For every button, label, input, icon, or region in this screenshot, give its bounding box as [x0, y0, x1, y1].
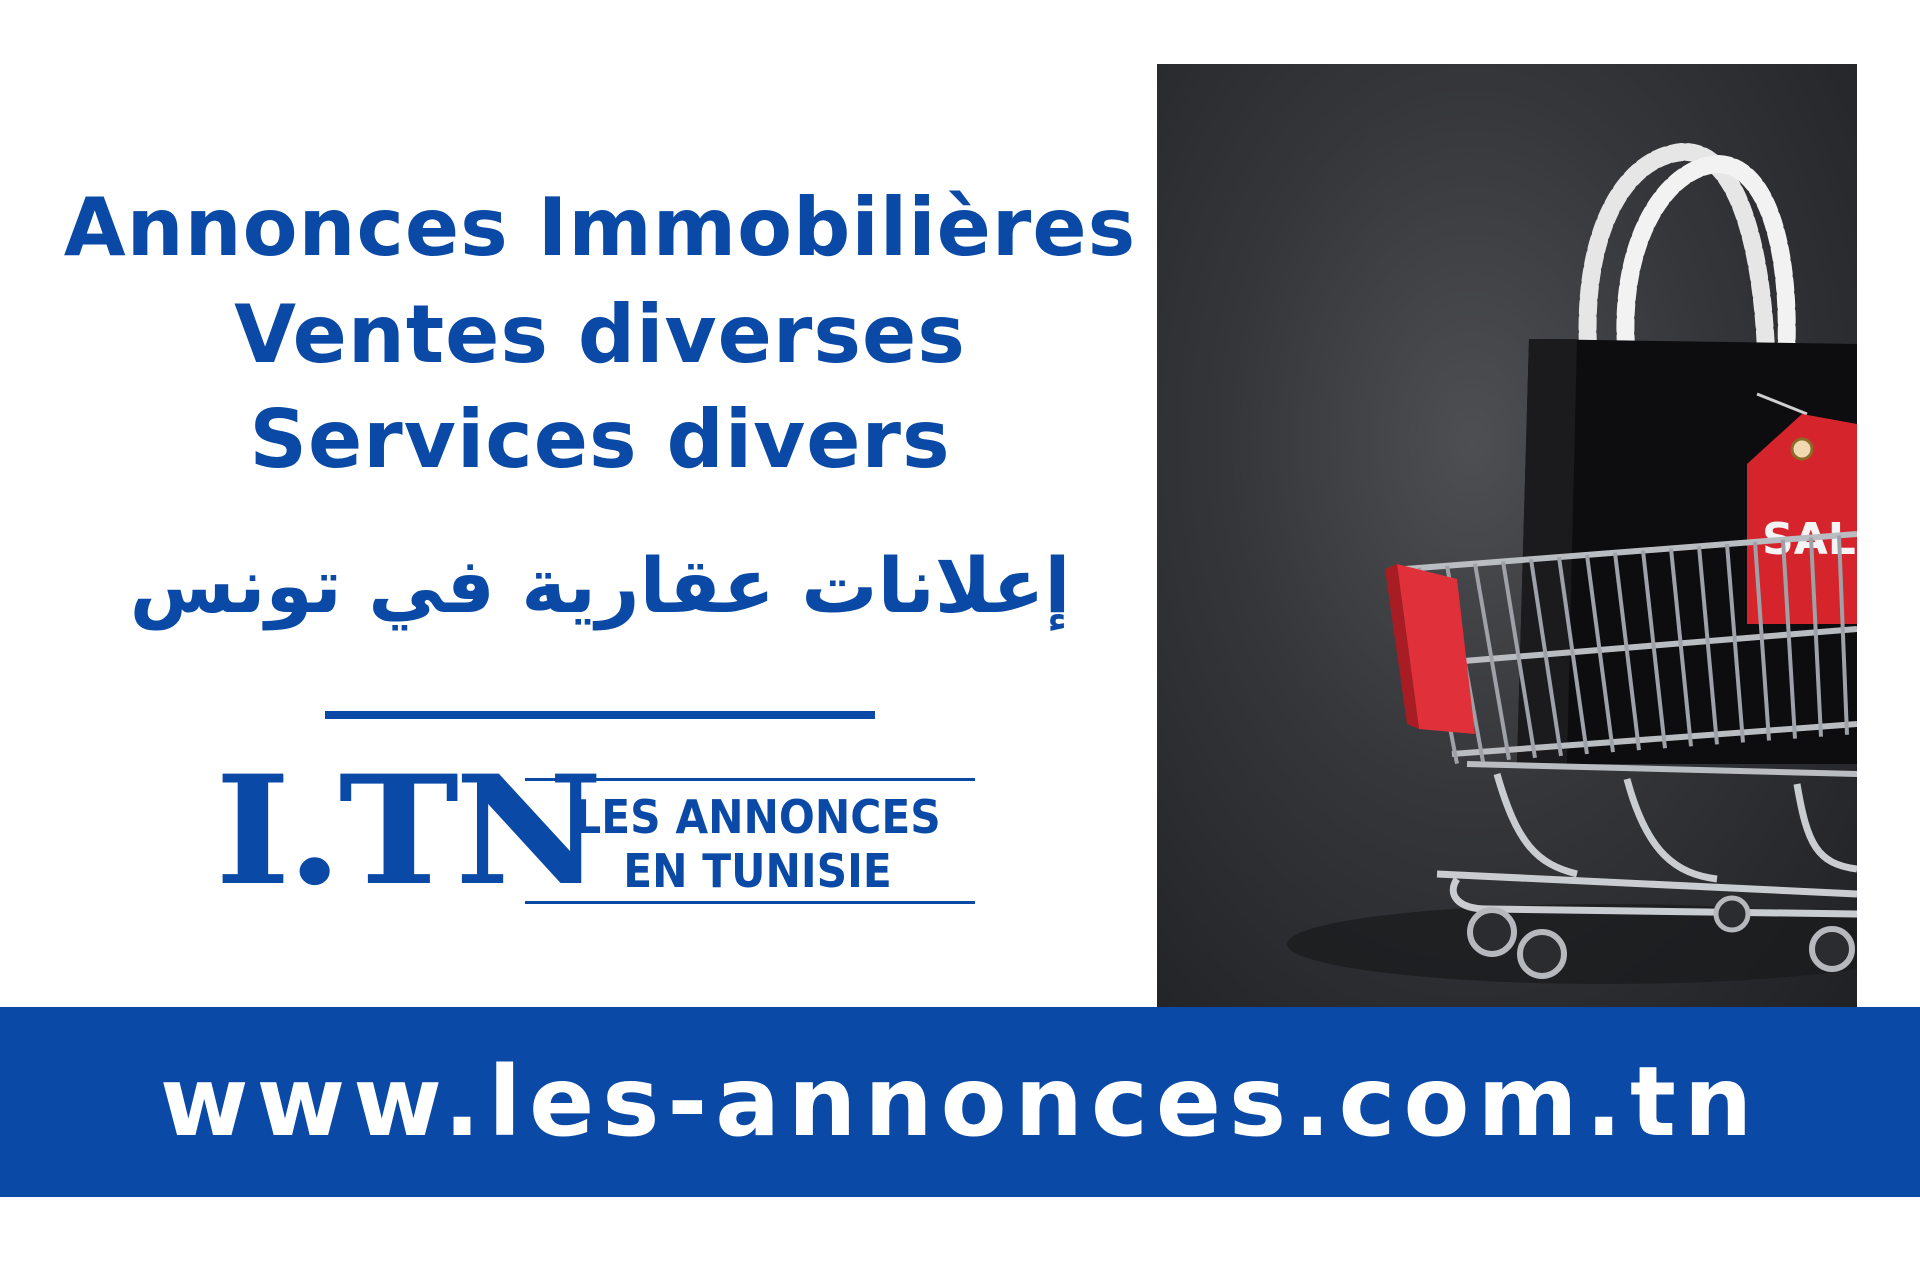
- chassis-mid-leg: [1623, 778, 1718, 883]
- chassis-bottom-rail: [1436, 870, 1857, 898]
- brand-logo: I.TN LES ANNONCES EN TUNISIE: [215, 756, 975, 910]
- wheel-rear-left: [1713, 895, 1751, 933]
- ad-banner: Annonces Immobilières Ventes diverses Se…: [0, 0, 1920, 1280]
- logo-rule-bottom: [525, 901, 975, 904]
- cart-handle: [1385, 564, 1475, 734]
- wheel-front-right: [1517, 929, 1567, 979]
- wheel-rear-right: [1809, 926, 1855, 972]
- headline-sales: Ventes diverses: [234, 288, 966, 381]
- headline-services: Services divers: [249, 393, 951, 486]
- headline-real-estate: Annonces Immobilières: [63, 181, 1137, 274]
- cart-chassis: [1436, 773, 1857, 918]
- headline-arabic: إعلانات عقارية في تونس: [129, 541, 1071, 630]
- chassis-rear-leg: [1793, 783, 1857, 873]
- shopping-cart-illustration: SALE: [1287, 143, 1857, 984]
- sale-tag-eyelet: [1790, 437, 1814, 461]
- website-url: www.les-annonces.com.tn: [159, 1046, 1761, 1158]
- logo-rule-top: [525, 778, 975, 781]
- logo-tagline-line1: LES ANNONCES: [574, 790, 941, 844]
- chassis-front-leg: [1493, 773, 1578, 878]
- shopping-cart-photo: SALE: [1157, 64, 1857, 1007]
- logo-tagline-line2: EN TUNISIE: [623, 844, 892, 898]
- basket-base-rail: [1466, 761, 1857, 777]
- wheel-front-left: [1467, 907, 1517, 957]
- divider: [325, 711, 875, 719]
